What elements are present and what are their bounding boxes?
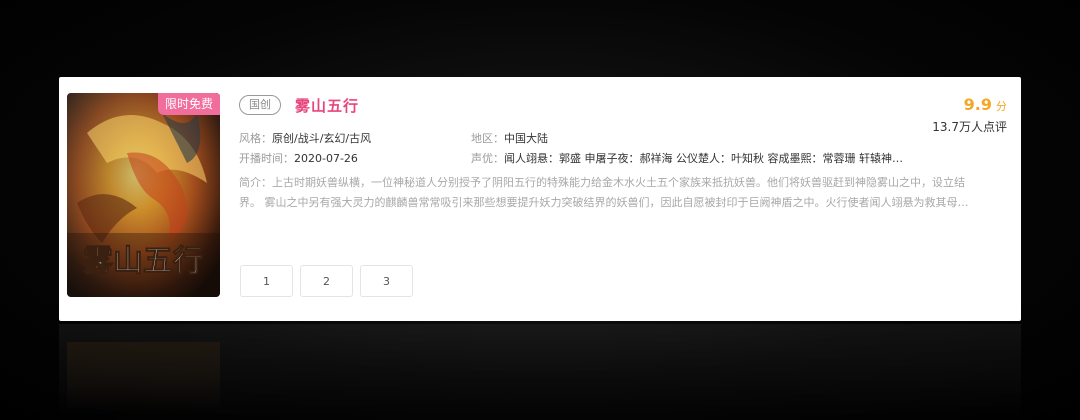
cast-value: 闻人翊悬：郭盛 申屠子夜：郝祥海 公仪楚人：叶知秋 容成墨熙：常蓉珊 轩辕神…	[504, 152, 903, 165]
info-panel: 国创 雾山五行 9.9 分 13.7万人点评 风格：原创/战斗/玄幻/古风 地区：…	[239, 93, 1007, 213]
free-badge: 限时免费	[157, 93, 220, 115]
cast-row: 声优：闻人翊悬：郭盛 申屠子夜：郝祥海 公仪楚人：叶知秋 容成墨熙：常蓉珊 轩辕…	[471, 149, 931, 169]
region-value: 中国大陆	[504, 132, 548, 145]
episode-button[interactable]: 1	[240, 265, 293, 297]
title-row: 国创 雾山五行	[239, 93, 1007, 117]
region-label: 地区：	[471, 132, 504, 145]
style-label: 风格：	[239, 132, 272, 145]
cover-artwork: 雾山五行	[67, 93, 220, 297]
date-label: 开播时间：	[239, 152, 294, 165]
anime-card[interactable]: 雾山五行 限时免费 国创 雾山五行 9.9 分 13.7万人点评 风格：原创/战斗…	[59, 77, 1021, 321]
score-unit: 分	[996, 100, 1007, 113]
description-line-2: 界。 雾山之中另有强大灵力的麒麟兽常常吸引来那些想要提升妖力突破结界的妖兽们，因…	[239, 196, 969, 209]
cast-label: 声优：	[471, 152, 504, 165]
score-value: 9.9	[963, 95, 992, 114]
episode-button[interactable]: 2	[300, 265, 353, 297]
description: 简介：上古时期妖兽纵横，一位神秘道人分别授予了阴阳五行的特殊能力给金木水火土五个…	[239, 173, 1001, 213]
category-tag: 国创	[239, 95, 281, 115]
style-row: 风格：原创/战斗/玄幻/古风	[239, 129, 469, 149]
episode-list: 1 2 3	[240, 265, 413, 297]
meta-block: 风格：原创/战斗/玄幻/古风 地区：中国大陆 开播时间：2020-07-26 声…	[239, 129, 1007, 173]
cover-title-text: 雾山五行	[83, 244, 203, 279]
description-line-1: 简介：上古时期妖兽纵横，一位神秘道人分别授予了阴阳五行的特殊能力给金木水火土五个…	[239, 176, 965, 189]
episode-button[interactable]: 3	[360, 265, 413, 297]
date-row: 开播时间：2020-07-26	[239, 149, 469, 169]
style-value: 原创/战斗/玄幻/古风	[272, 132, 372, 145]
reflection-cover	[67, 342, 220, 412]
date-value: 2020-07-26	[294, 152, 358, 165]
card-reflection	[59, 324, 1021, 420]
anime-title[interactable]: 雾山五行	[295, 95, 359, 116]
score-line: 9.9 分	[932, 93, 1007, 117]
stage: 雾山五行 限时免费 国创 雾山五行 9.9 分 13.7万人点评 风格：原创/战斗…	[0, 0, 1080, 420]
cover-image[interactable]: 雾山五行 限时免费	[67, 93, 220, 297]
region-row: 地区：中国大陆	[471, 129, 771, 149]
